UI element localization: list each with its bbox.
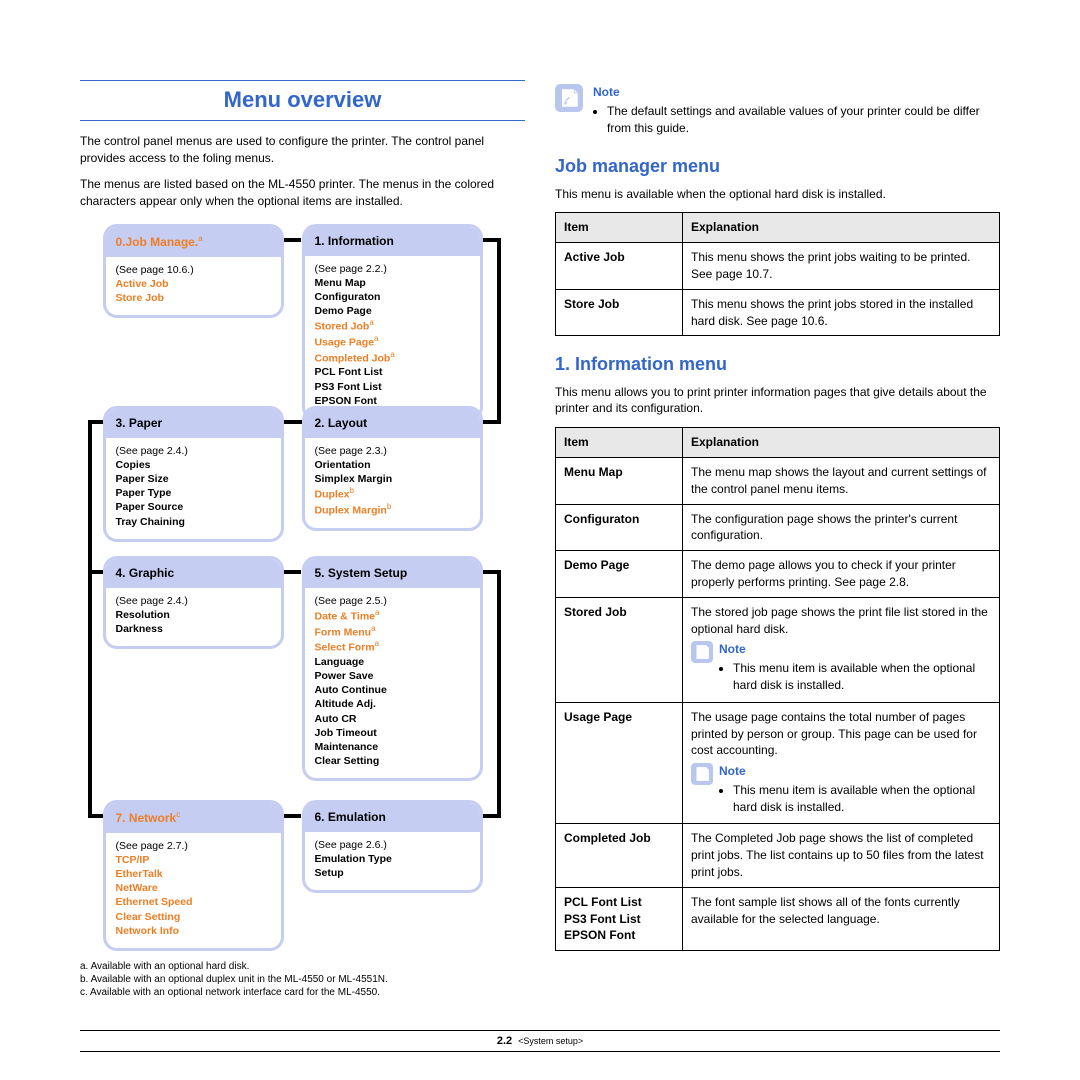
page-footer: 2.2<System setup> — [80, 1030, 1000, 1052]
table-row: ConfiguratonThe configuration page shows… — [556, 504, 1000, 551]
table-row: Demo PageThe demo page allows you to che… — [556, 551, 1000, 598]
left-column: Menu overview The control panel menus ar… — [80, 80, 525, 999]
table-row: Completed JobThe Completed Job page show… — [556, 824, 1000, 887]
box-paper: 3. Paper (See page 2.4.) Copies Paper Si… — [103, 406, 284, 542]
table-row: Stored Job The stored job page shows the… — [556, 597, 1000, 702]
box-network: 7. Networkc (See page 2.7.) TCP/IP Ether… — [103, 800, 284, 951]
information-menu-heading: 1. Information menu — [555, 352, 1000, 377]
job-manager-table: ItemExplanation Active JobThis menu show… — [555, 212, 1000, 336]
table-row: Active JobThis menu shows the print jobs… — [556, 243, 1000, 290]
information-menu-table: ItemExplanation Menu MapThe menu map sho… — [555, 427, 1000, 951]
table-row: PCL Font List PS3 Font List EPSON FontTh… — [556, 887, 1000, 950]
note-icon — [555, 84, 583, 112]
box-system-setup: 5. System Setup (See page 2.5.) Date & T… — [302, 556, 483, 781]
box-layout: 2. Layout (See page 2.3.) Orientation Si… — [302, 406, 483, 531]
table-row: Store JobThis menu shows the print jobs … — [556, 289, 1000, 336]
box-graphic: 4. Graphic (See page 2.4.) Resolution Da… — [103, 556, 284, 649]
intro-text-2: The menus are listed based on the ML-455… — [80, 176, 525, 210]
note-icon — [691, 763, 713, 785]
job-manager-heading: Job manager menu — [555, 154, 1000, 179]
table-row: Usage Page The usage page contains the t… — [556, 702, 1000, 824]
menu-overview-title: Menu overview — [80, 80, 525, 121]
table-row: Menu MapThe menu map shows the layout an… — [556, 457, 1000, 504]
box-job-manage: 0.Job Manage.a (See page 10.6.) Active J… — [103, 224, 284, 318]
right-column: Note The default settings and available … — [555, 80, 1000, 999]
menu-diagram: 0.Job Manage.a (See page 10.6.) Active J… — [103, 224, 503, 954]
diagram-footnotes: a. Available with an optional hard disk.… — [80, 960, 525, 999]
note-icon — [691, 641, 713, 663]
box-emulation: 6. Emulation (See page 2.6.) Emulation T… — [302, 800, 483, 893]
top-note: Note The default settings and available … — [555, 84, 1000, 138]
box-information: 1. Information (See page 2.2.) Menu Map … — [302, 224, 483, 421]
intro-text-1: The control panel menus are used to conf… — [80, 133, 525, 167]
